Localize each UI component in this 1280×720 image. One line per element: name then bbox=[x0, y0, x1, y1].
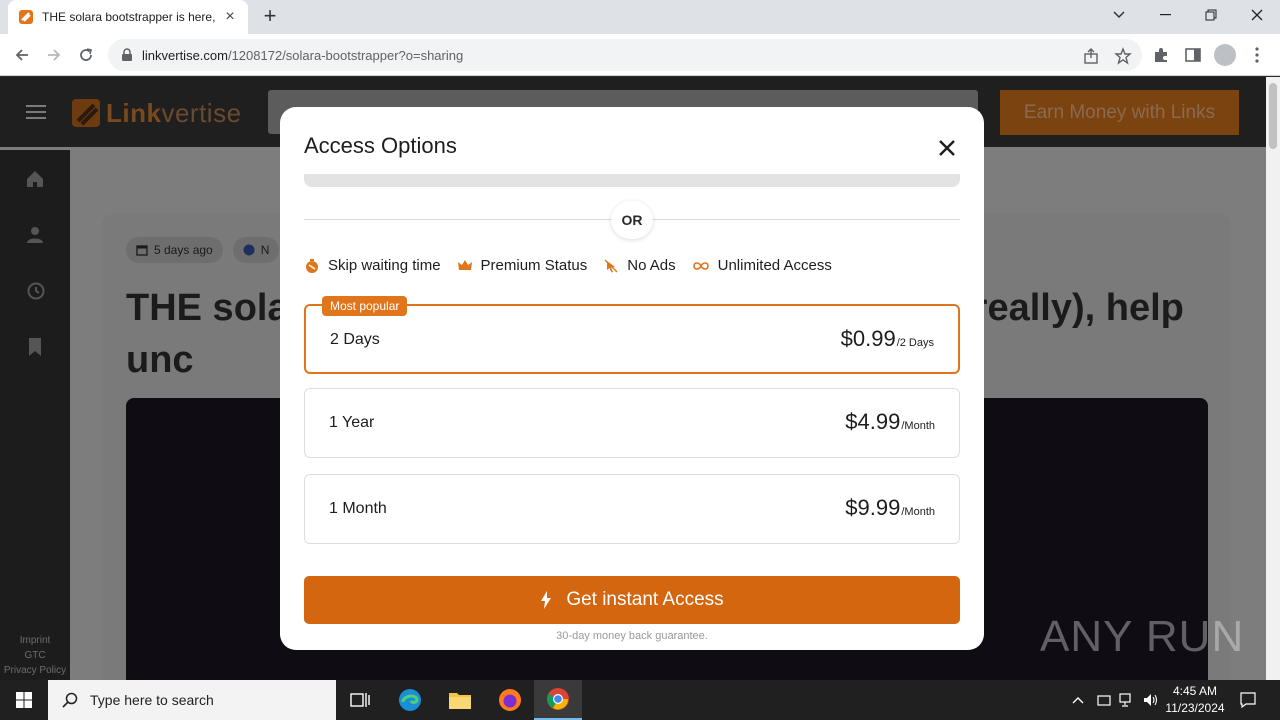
taskbar-search-input[interactable]: Type here to search bbox=[48, 680, 336, 720]
search-icon bbox=[62, 692, 78, 708]
feature-unlimited-access: Unlimited Access bbox=[692, 257, 832, 274]
privacy-policy-link[interactable]: Privacy Policy bbox=[0, 663, 70, 678]
footer-links: Imprint GTC Privacy Policy bbox=[0, 633, 70, 678]
post-meta: 5 days ago N bbox=[126, 237, 280, 263]
date-chip: 5 days ago bbox=[126, 237, 223, 263]
tab-close-icon[interactable]: × bbox=[222, 9, 238, 25]
access-options-modal: Access Options OR Skip waiting time Prem… bbox=[280, 107, 984, 650]
get-instant-access-button[interactable]: Get instant Access bbox=[304, 576, 960, 624]
info-icon bbox=[243, 244, 255, 256]
close-window-icon[interactable] bbox=[1234, 0, 1280, 30]
file-explorer-icon[interactable] bbox=[436, 680, 484, 720]
money-back-guarantee: 30-day money back guarantee. bbox=[556, 630, 708, 642]
user-icon[interactable] bbox=[24, 224, 46, 246]
url-host: linkvertise.com bbox=[142, 47, 228, 63]
infinity-icon bbox=[692, 261, 709, 270]
restore-icon[interactable] bbox=[1188, 0, 1234, 30]
forward-arrow-icon[interactable] bbox=[42, 43, 66, 67]
plan-price: $9.99 /Month bbox=[845, 495, 935, 520]
stopwatch-icon bbox=[306, 258, 318, 273]
feature-skip-waiting: Skip waiting time bbox=[304, 257, 441, 274]
lock-icon bbox=[122, 48, 132, 61]
modal-title: Access Options bbox=[304, 133, 457, 158]
linkvertise-logo[interactable]: Linkvertise bbox=[70, 97, 242, 129]
plan-price: $4.99 /Month bbox=[845, 409, 935, 434]
clock-time: 4:45 AM bbox=[1172, 684, 1218, 698]
share-icon[interactable] bbox=[1082, 47, 1100, 65]
windows-start-icon[interactable] bbox=[0, 680, 48, 720]
browser-tab[interactable]: THE solara bootstrapper is here, × bbox=[8, 0, 248, 34]
feature-no-ads: No Ads bbox=[603, 257, 676, 274]
chrome-icon[interactable] bbox=[534, 680, 582, 720]
tab-strip: THE solara bootstrapper is here, × + bbox=[0, 0, 1280, 34]
tab-title: THE solara bootstrapper is here, bbox=[42, 10, 216, 24]
anyrun-watermark: ANY RUN bbox=[1040, 612, 1245, 661]
hamburger-menu-icon[interactable] bbox=[26, 105, 46, 119]
most-popular-badge: Most popular bbox=[322, 296, 408, 316]
earn-money-button[interactable]: Earn Money with Links bbox=[1000, 90, 1239, 135]
network-icon[interactable] bbox=[1116, 680, 1138, 720]
notifications-icon[interactable] bbox=[1236, 680, 1260, 720]
extensions-icon[interactable] bbox=[1150, 44, 1172, 66]
task-view-icon[interactable] bbox=[336, 680, 384, 720]
linkvertise-favicon-icon bbox=[19, 10, 33, 24]
info-text: N bbox=[260, 243, 270, 257]
url-text: linkvertise.com/1208172/solara-bootstrap… bbox=[142, 48, 463, 63]
close-icon[interactable] bbox=[936, 137, 958, 159]
meet-now-icon[interactable] bbox=[1094, 680, 1114, 720]
reload-icon[interactable] bbox=[74, 43, 98, 67]
plan-option-2-days[interactable]: Most popular 2 Days $0.99 /2 Days bbox=[304, 296, 960, 374]
crown-icon bbox=[457, 259, 472, 270]
plan-option-1-month[interactable]: 1 Month $9.99 /Month bbox=[304, 474, 960, 544]
minimize-icon[interactable] bbox=[1142, 0, 1188, 30]
edge-browser-icon[interactable] bbox=[386, 680, 434, 720]
tray-chevron-icon[interactable] bbox=[1068, 680, 1088, 720]
page-scrollbar[interactable] bbox=[1266, 77, 1280, 680]
or-divider: OR bbox=[611, 201, 653, 239]
logo-text: Linkvertise bbox=[106, 97, 242, 128]
plan-name: 2 Days bbox=[330, 331, 380, 348]
url-path: /1208172/solara-bootstrapper?o=sharing bbox=[227, 47, 464, 63]
side-panel-icon[interactable] bbox=[1182, 44, 1204, 66]
profile-avatar-icon[interactable] bbox=[1214, 44, 1236, 66]
back-arrow-icon[interactable] bbox=[10, 43, 34, 67]
linkvertise-logo-icon bbox=[72, 99, 100, 127]
bookmark-icon[interactable] bbox=[24, 336, 46, 358]
cursor-off-icon bbox=[604, 259, 618, 272]
tab-search-chevron-icon[interactable] bbox=[1096, 0, 1142, 30]
windows-taskbar: Type here to search 4:45 AM 11/23/2024 bbox=[0, 680, 1280, 720]
date-text: 5 days ago bbox=[154, 243, 213, 257]
site-sidebar: Imprint GTC Privacy Policy bbox=[0, 150, 70, 680]
gtc-link[interactable]: GTC bbox=[0, 648, 70, 663]
volume-icon[interactable] bbox=[1140, 680, 1162, 720]
plan-option-1-year[interactable]: 1 Year $4.99 /Month bbox=[304, 388, 960, 458]
address-bar[interactable]: linkvertise.com/1208172/solara-bootstrap… bbox=[108, 39, 1142, 71]
taskbar-clock[interactable]: 4:45 AM 11/23/2024 bbox=[1160, 683, 1230, 717]
feature-premium-status: Premium Status bbox=[457, 257, 587, 274]
firefox-icon[interactable] bbox=[486, 680, 534, 720]
plan-name: 1 Year bbox=[329, 414, 375, 431]
calendar-icon bbox=[136, 245, 148, 256]
plan-price: $0.99 /2 Days bbox=[840, 326, 934, 351]
plan-name: 1 Month bbox=[329, 500, 387, 517]
home-icon[interactable] bbox=[24, 168, 46, 190]
chrome-menu-icon[interactable] bbox=[1246, 44, 1268, 66]
bookmark-star-icon[interactable] bbox=[1114, 47, 1132, 65]
info-chip: N bbox=[232, 237, 280, 263]
lightning-bolt-icon bbox=[541, 591, 552, 609]
history-icon[interactable] bbox=[24, 280, 46, 302]
feature-list: Skip waiting time Premium Status No Ads … bbox=[304, 257, 848, 274]
cta-label: Get instant Access bbox=[566, 589, 724, 610]
new-tab-icon[interactable]: + bbox=[258, 5, 282, 29]
imprint-link[interactable]: Imprint bbox=[0, 633, 70, 648]
browser-toolbar: linkvertise.com/1208172/solara-bootstrap… bbox=[0, 34, 1280, 76]
scrolled-option-bar bbox=[304, 174, 960, 187]
clock-date: 11/23/2024 bbox=[1165, 701, 1225, 715]
